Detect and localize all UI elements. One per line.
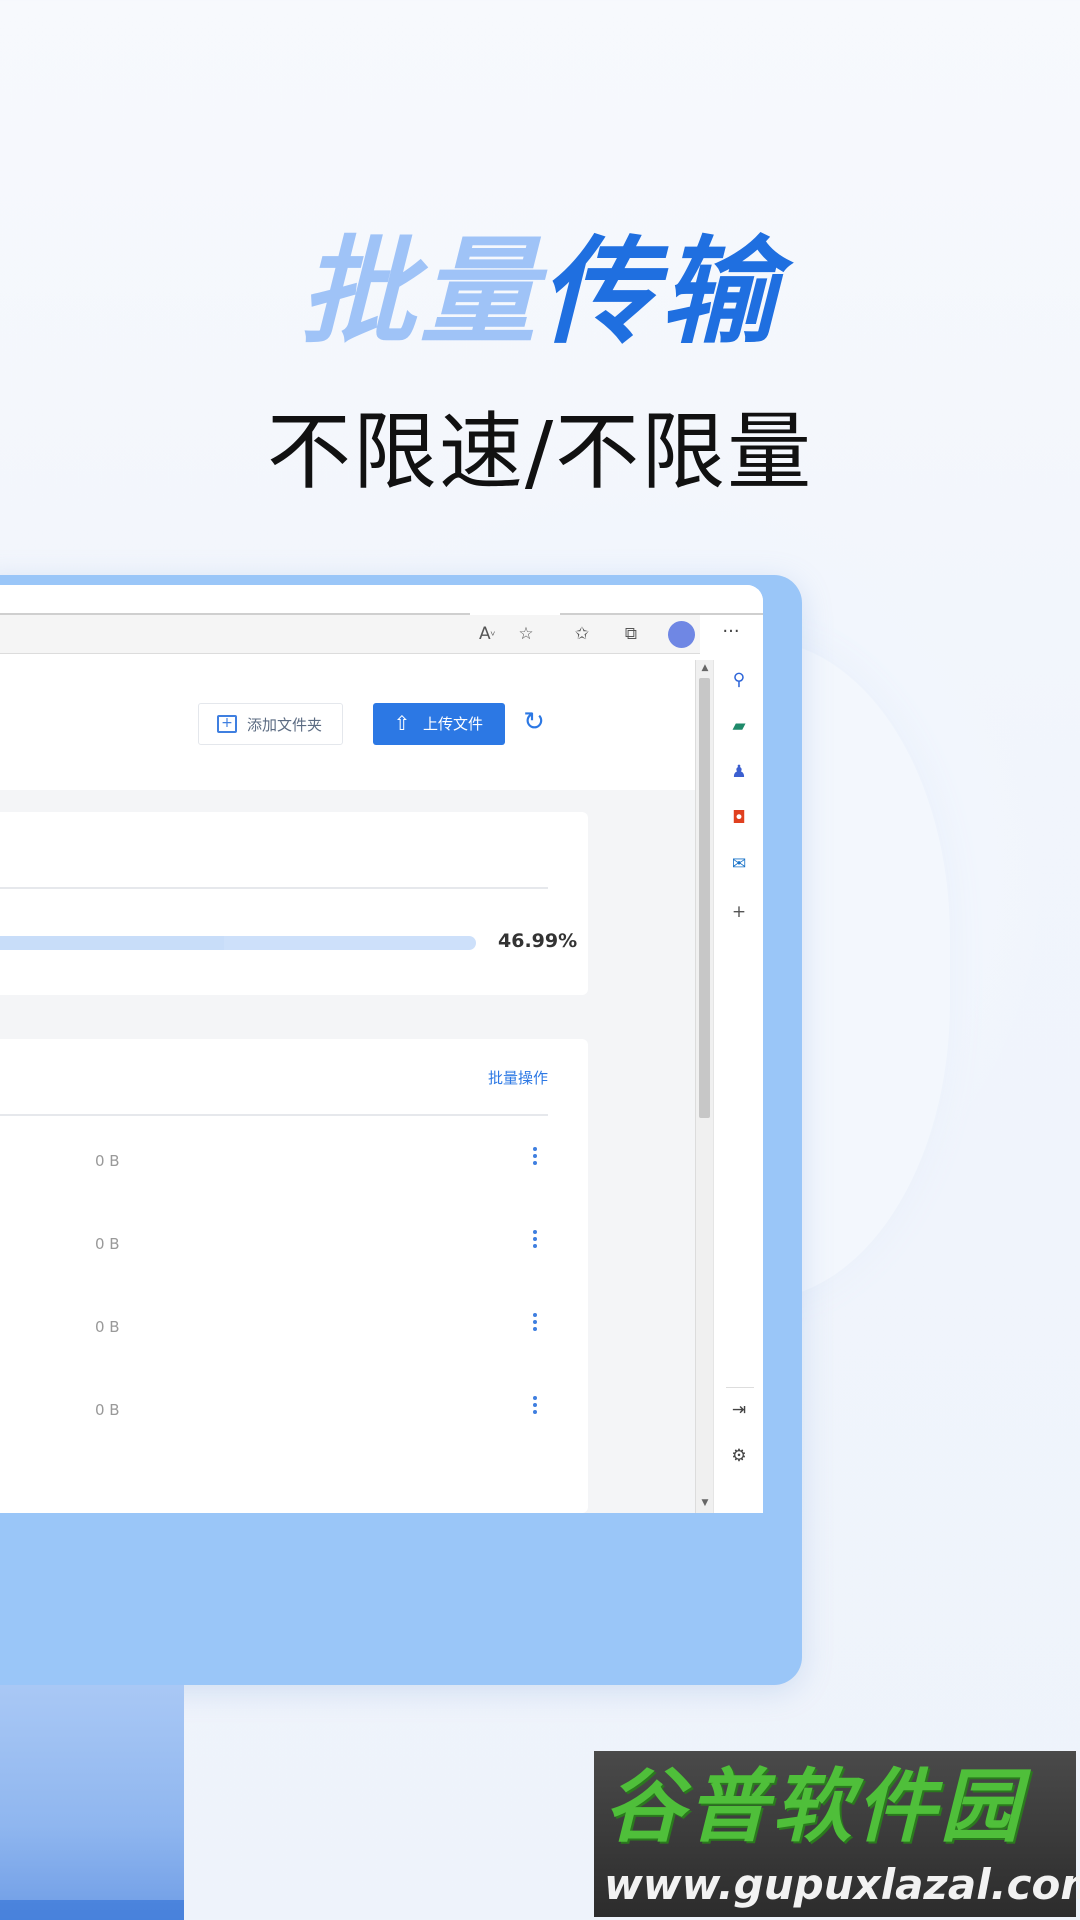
watermark-name: 谷普软件园 bbox=[604, 1760, 1024, 1853]
add-folder-icon: + bbox=[217, 715, 237, 733]
promo-title: 批量传输 bbox=[0, 228, 1080, 358]
more-icon[interactable]: ··· bbox=[718, 621, 744, 647]
browser-sidebar: ⚲ ▰ ♟ ◘ ✉ + ⇥ ⚙ bbox=[713, 660, 763, 1513]
batch-operation-link[interactable]: 批量操作 bbox=[488, 1067, 548, 1088]
upload-file-button[interactable]: ⇧ 上传文件 bbox=[373, 703, 505, 745]
outlook-icon[interactable]: ✉ bbox=[727, 852, 751, 876]
scroll-up-icon[interactable]: ▲ bbox=[700, 663, 710, 673]
progress-card: 46.99% bbox=[0, 812, 588, 995]
monitor-stand bbox=[0, 1685, 184, 1920]
file-row[interactable]: 0 B bbox=[0, 1381, 588, 1441]
page-header: + 添加文件夹 ⇧ 上传文件 ↻ bbox=[0, 660, 695, 790]
scroll-down-icon[interactable]: ▼ bbox=[700, 1498, 710, 1508]
file-size: 0 B bbox=[95, 1235, 120, 1253]
promo-subtitle: 不限速/不限量 bbox=[266, 403, 814, 501]
add-folder-label: 添加文件夹 bbox=[247, 716, 323, 734]
office-icon[interactable]: ◘ bbox=[727, 806, 751, 830]
search-icon[interactable]: ⚲ bbox=[727, 668, 751, 692]
shopping-icon[interactable]: ▰ bbox=[727, 714, 751, 738]
divider bbox=[726, 1387, 754, 1388]
refresh-icon[interactable]: ↻ bbox=[520, 708, 548, 736]
progress-bar-fill bbox=[0, 936, 224, 950]
web-page: + 添加文件夹 ⇧ 上传文件 ↻ 46.99% 批量操作 0 B 0 B 0 B… bbox=[0, 660, 695, 1513]
divider bbox=[0, 1114, 548, 1116]
monitor-stand-base bbox=[0, 1900, 184, 1920]
row-more-icon[interactable] bbox=[530, 1227, 540, 1263]
browser-window: Aⱽ ☆ ✩ ⧉ ··· + 添加文件夹 ⇧ 上传文件 ↻ 46.99% 批量操… bbox=[0, 585, 763, 1513]
progress-bar bbox=[0, 936, 476, 950]
profile-avatar[interactable] bbox=[668, 621, 695, 648]
file-size: 0 B bbox=[95, 1401, 120, 1419]
add-icon[interactable]: + bbox=[727, 900, 751, 924]
file-row[interactable]: 0 B bbox=[0, 1132, 588, 1192]
read-aloud-icon[interactable]: Aⱽ bbox=[474, 623, 500, 645]
vertical-scrollbar[interactable]: ▲ ▼ bbox=[695, 660, 714, 1513]
hide-sidebar-icon[interactable]: ⇥ bbox=[727, 1398, 751, 1422]
file-row[interactable]: 0 B bbox=[0, 1215, 588, 1275]
watermark: 谷普软件园 www.gupuxlazal.com bbox=[594, 1751, 1080, 1917]
add-favorite-icon[interactable]: ☆ bbox=[513, 623, 539, 645]
favorites-icon[interactable]: ✩ bbox=[569, 623, 595, 645]
upload-file-label: 上传文件 bbox=[423, 715, 484, 733]
row-more-icon[interactable] bbox=[530, 1144, 540, 1180]
progress-percent: 46.99% bbox=[498, 930, 578, 952]
add-folder-button[interactable]: + 添加文件夹 bbox=[198, 703, 343, 745]
collections-icon[interactable]: ⧉ bbox=[618, 623, 644, 645]
divider bbox=[0, 887, 548, 889]
file-row[interactable]: 0 B bbox=[0, 1298, 588, 1358]
settings-icon[interactable]: ⚙ bbox=[727, 1444, 751, 1468]
upload-icon: ⇧ bbox=[393, 711, 411, 735]
file-size: 0 B bbox=[95, 1318, 120, 1336]
scroll-thumb[interactable] bbox=[699, 678, 710, 1118]
tab-strip bbox=[0, 585, 763, 615]
file-size: 0 B bbox=[95, 1152, 120, 1170]
row-more-icon[interactable] bbox=[530, 1310, 540, 1346]
promo-title-dark: 传输 bbox=[540, 225, 780, 360]
row-more-icon[interactable] bbox=[530, 1393, 540, 1429]
watermark-url: www.gupuxlazal.com bbox=[604, 1860, 1080, 1909]
promo-title-light: 批量 bbox=[300, 225, 540, 360]
file-list-card: 批量操作 0 B 0 B 0 B 0 B bbox=[0, 1039, 588, 1513]
address-bar[interactable] bbox=[0, 615, 700, 654]
games-icon[interactable]: ♟ bbox=[727, 760, 751, 784]
